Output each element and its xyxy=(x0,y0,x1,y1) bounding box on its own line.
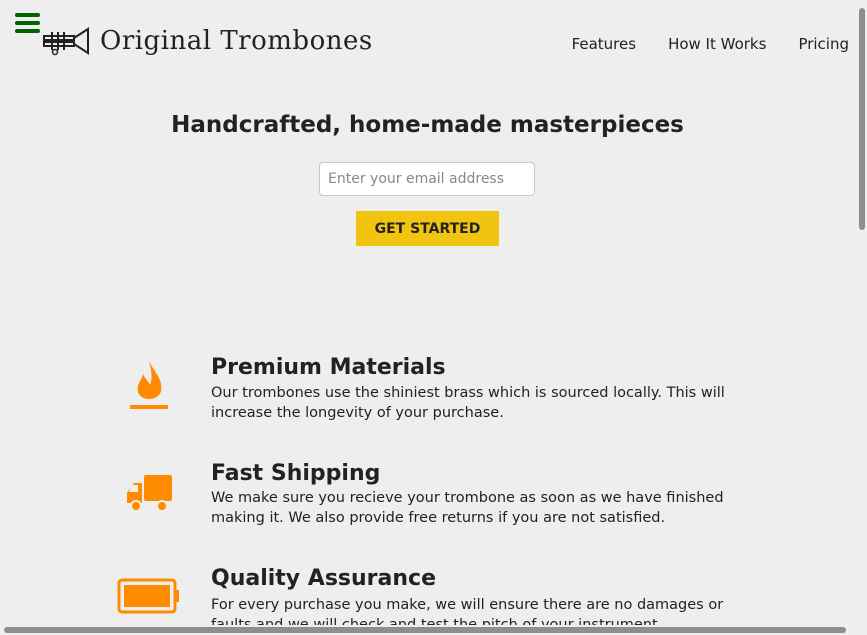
hero-title: Handcrafted, home-made masterpieces xyxy=(171,112,684,138)
feature-title: Quality Assurance xyxy=(211,566,437,591)
battery-icon xyxy=(117,578,179,614)
hamburger-menu-icon[interactable] xyxy=(15,13,40,33)
logo[interactable]: Original Trombones xyxy=(42,26,373,56)
feature-title: Premium Materials xyxy=(211,355,446,380)
truck-icon xyxy=(127,475,172,512)
main-nav: Features How It Works Pricing xyxy=(540,35,849,53)
feature-description: We make sure you recieve your trombone a… xyxy=(211,490,724,526)
feature-title: Fast Shipping xyxy=(211,461,381,486)
logo-text: Original Trombones xyxy=(100,26,373,56)
vertical-scrollbar[interactable] xyxy=(855,0,867,635)
nav-link-how-it-works[interactable]: How It Works xyxy=(668,35,766,53)
nav-link-features[interactable]: Features xyxy=(572,35,637,53)
horizontal-scrollbar-thumb[interactable] xyxy=(4,627,846,633)
email-input[interactable] xyxy=(319,162,535,196)
fire-icon xyxy=(130,361,168,409)
feature-description: Our trombones use the shiniest brass whi… xyxy=(211,385,725,421)
vertical-scrollbar-thumb[interactable] xyxy=(859,8,865,230)
trombone-logo-icon xyxy=(43,27,89,56)
horizontal-scrollbar[interactable] xyxy=(0,625,867,635)
get-started-button[interactable]: GET STARTED xyxy=(356,211,499,246)
nav-link-pricing[interactable]: Pricing xyxy=(798,35,849,53)
